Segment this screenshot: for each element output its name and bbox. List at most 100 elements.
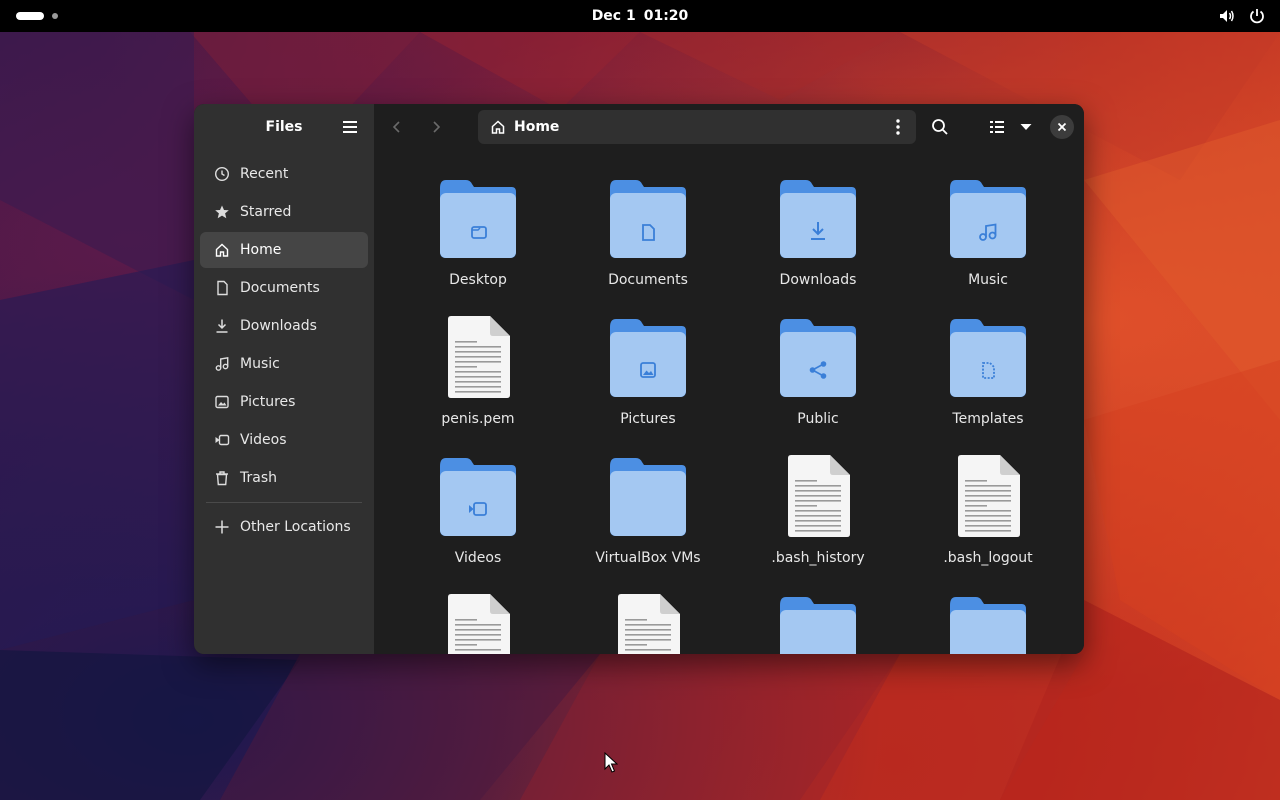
folder-icon — [608, 313, 688, 399]
clock-date: Dec 1 — [591, 8, 636, 24]
folder-item[interactable]: Pictures — [568, 313, 728, 443]
caret-down-icon — [1020, 124, 1032, 130]
folder-item[interactable]: Public — [738, 313, 898, 443]
folder-icon — [608, 452, 688, 538]
folder-icon — [778, 591, 858, 654]
files-window: Files Recent Starred Home Documents Down… — [194, 104, 1084, 654]
folder-item[interactable]: Videos — [398, 452, 558, 582]
sidebar-item-trash[interactable]: Trash — [200, 460, 368, 496]
content-area: Home Desktop Documents Downloads Music p… — [374, 104, 1084, 654]
folder-icon — [778, 174, 858, 260]
sidebar-item-starred[interactable]: Starred — [200, 194, 368, 230]
folder-item[interactable]: VirtualBox VMs — [568, 452, 728, 582]
folder-item[interactable]: Documents — [568, 174, 728, 304]
text-file-icon — [778, 452, 858, 538]
sidebar-item-downloads[interactable]: Downloads — [200, 308, 368, 344]
text-file-icon — [948, 452, 1028, 538]
sidebar-item-label: Other Locations — [240, 519, 351, 535]
sidebar-item-videos[interactable]: Videos — [200, 422, 368, 458]
location-menu-button[interactable] — [886, 114, 910, 140]
sidebar-item-label: Trash — [240, 470, 277, 486]
sidebar-item-label: Starred — [240, 204, 292, 220]
folder-icon — [948, 591, 1028, 654]
sidebar-item-label: Videos — [240, 432, 287, 448]
file-name-label: VirtualBox VMs — [595, 550, 701, 566]
close-window-button[interactable] — [1050, 115, 1074, 139]
view-mode-button[interactable] — [982, 112, 1012, 142]
folder-icon — [778, 313, 858, 399]
file-name-label: Documents — [608, 272, 688, 288]
sidebar-header: Files — [194, 104, 374, 150]
view-options-button[interactable] — [1011, 112, 1041, 142]
back-button[interactable] — [382, 112, 412, 142]
folder-icon — [438, 452, 518, 538]
sidebar: Files Recent Starred Home Documents Down… — [194, 104, 374, 654]
sidebar-item-home[interactable]: Home — [200, 232, 368, 268]
folder-item[interactable]: Downloads — [738, 174, 898, 304]
close-icon — [1057, 122, 1067, 132]
current-location[interactable]: Home — [514, 119, 559, 135]
folder-item[interactable] — [908, 591, 1068, 654]
file-item[interactable]: penis.pem — [398, 313, 558, 443]
chevron-left-icon — [392, 121, 400, 133]
sidebar-item-documents[interactable]: Documents — [200, 270, 368, 306]
file-name-label: Desktop — [449, 272, 507, 288]
sidebar-item-other-locations[interactable]: Other Locations — [200, 509, 368, 545]
clock-time: 01:20 — [643, 8, 689, 24]
sidebar-item-label: Pictures — [240, 394, 296, 410]
file-name-label: Public — [797, 411, 839, 427]
folder-item[interactable] — [738, 591, 898, 654]
text-file-icon — [608, 591, 688, 654]
sidebar-item-recent[interactable]: Recent — [200, 156, 368, 192]
sidebar-item-label: Documents — [240, 280, 320, 296]
volume-icon[interactable] — [1218, 7, 1236, 25]
sidebar-item-label: Home — [240, 242, 282, 258]
folder-item[interactable]: Music — [908, 174, 1068, 304]
mouse-pointer-icon — [604, 752, 618, 773]
file-grid: Desktop Documents Downloads Music penis.pem P… — [398, 174, 1078, 654]
system-tray[interactable] — [1218, 7, 1266, 25]
hamburger-icon — [343, 121, 357, 133]
forward-button[interactable] — [421, 112, 451, 142]
clock[interactable]: Dec 1 01:20 — [0, 0, 1280, 32]
file-item[interactable]: .bash_logout — [908, 452, 1068, 582]
sidebar-separator — [206, 502, 362, 503]
search-icon — [932, 119, 948, 135]
kebab-menu-icon — [896, 119, 900, 135]
sidebar-item-pictures[interactable]: Pictures — [200, 384, 368, 420]
download-icon — [216, 319, 228, 333]
file-name-label: Templates — [952, 411, 1024, 427]
document-icon — [217, 280, 228, 296]
text-file-icon — [438, 591, 518, 654]
file-item[interactable] — [398, 591, 558, 654]
main-menu-button[interactable] — [338, 116, 362, 138]
file-name-label: penis.pem — [441, 411, 515, 427]
path-bar[interactable]: Home — [478, 110, 916, 144]
file-item[interactable]: .bash_history — [738, 452, 898, 582]
folder-item[interactable]: Desktop — [398, 174, 558, 304]
top-bar: Dec 1 01:20 — [0, 0, 1280, 32]
list-view-icon — [990, 121, 1004, 133]
picture-icon — [215, 395, 229, 409]
folder-item[interactable]: Templates — [908, 313, 1068, 443]
folder-icon — [948, 313, 1028, 399]
places-list: Recent Starred Home Documents Downloads … — [194, 150, 374, 545]
power-icon[interactable] — [1248, 7, 1266, 25]
sidebar-item-label: Music — [240, 356, 280, 372]
sidebar-item-label: Recent — [240, 166, 289, 182]
music-icon — [215, 356, 229, 371]
home-icon — [215, 243, 229, 257]
clock-icon — [214, 166, 230, 182]
chevron-right-icon — [433, 121, 441, 133]
header-bar: Home — [374, 104, 1084, 150]
file-item[interactable] — [568, 591, 728, 654]
search-button[interactable] — [925, 112, 955, 142]
star-icon — [215, 205, 229, 219]
file-name-label: Pictures — [620, 411, 676, 427]
folder-icon — [948, 174, 1028, 260]
file-name-label: Music — [968, 272, 1008, 288]
sidebar-item-music[interactable]: Music — [200, 346, 368, 382]
folder-icon — [608, 174, 688, 260]
text-file-icon — [438, 313, 518, 399]
video-icon — [215, 434, 230, 446]
